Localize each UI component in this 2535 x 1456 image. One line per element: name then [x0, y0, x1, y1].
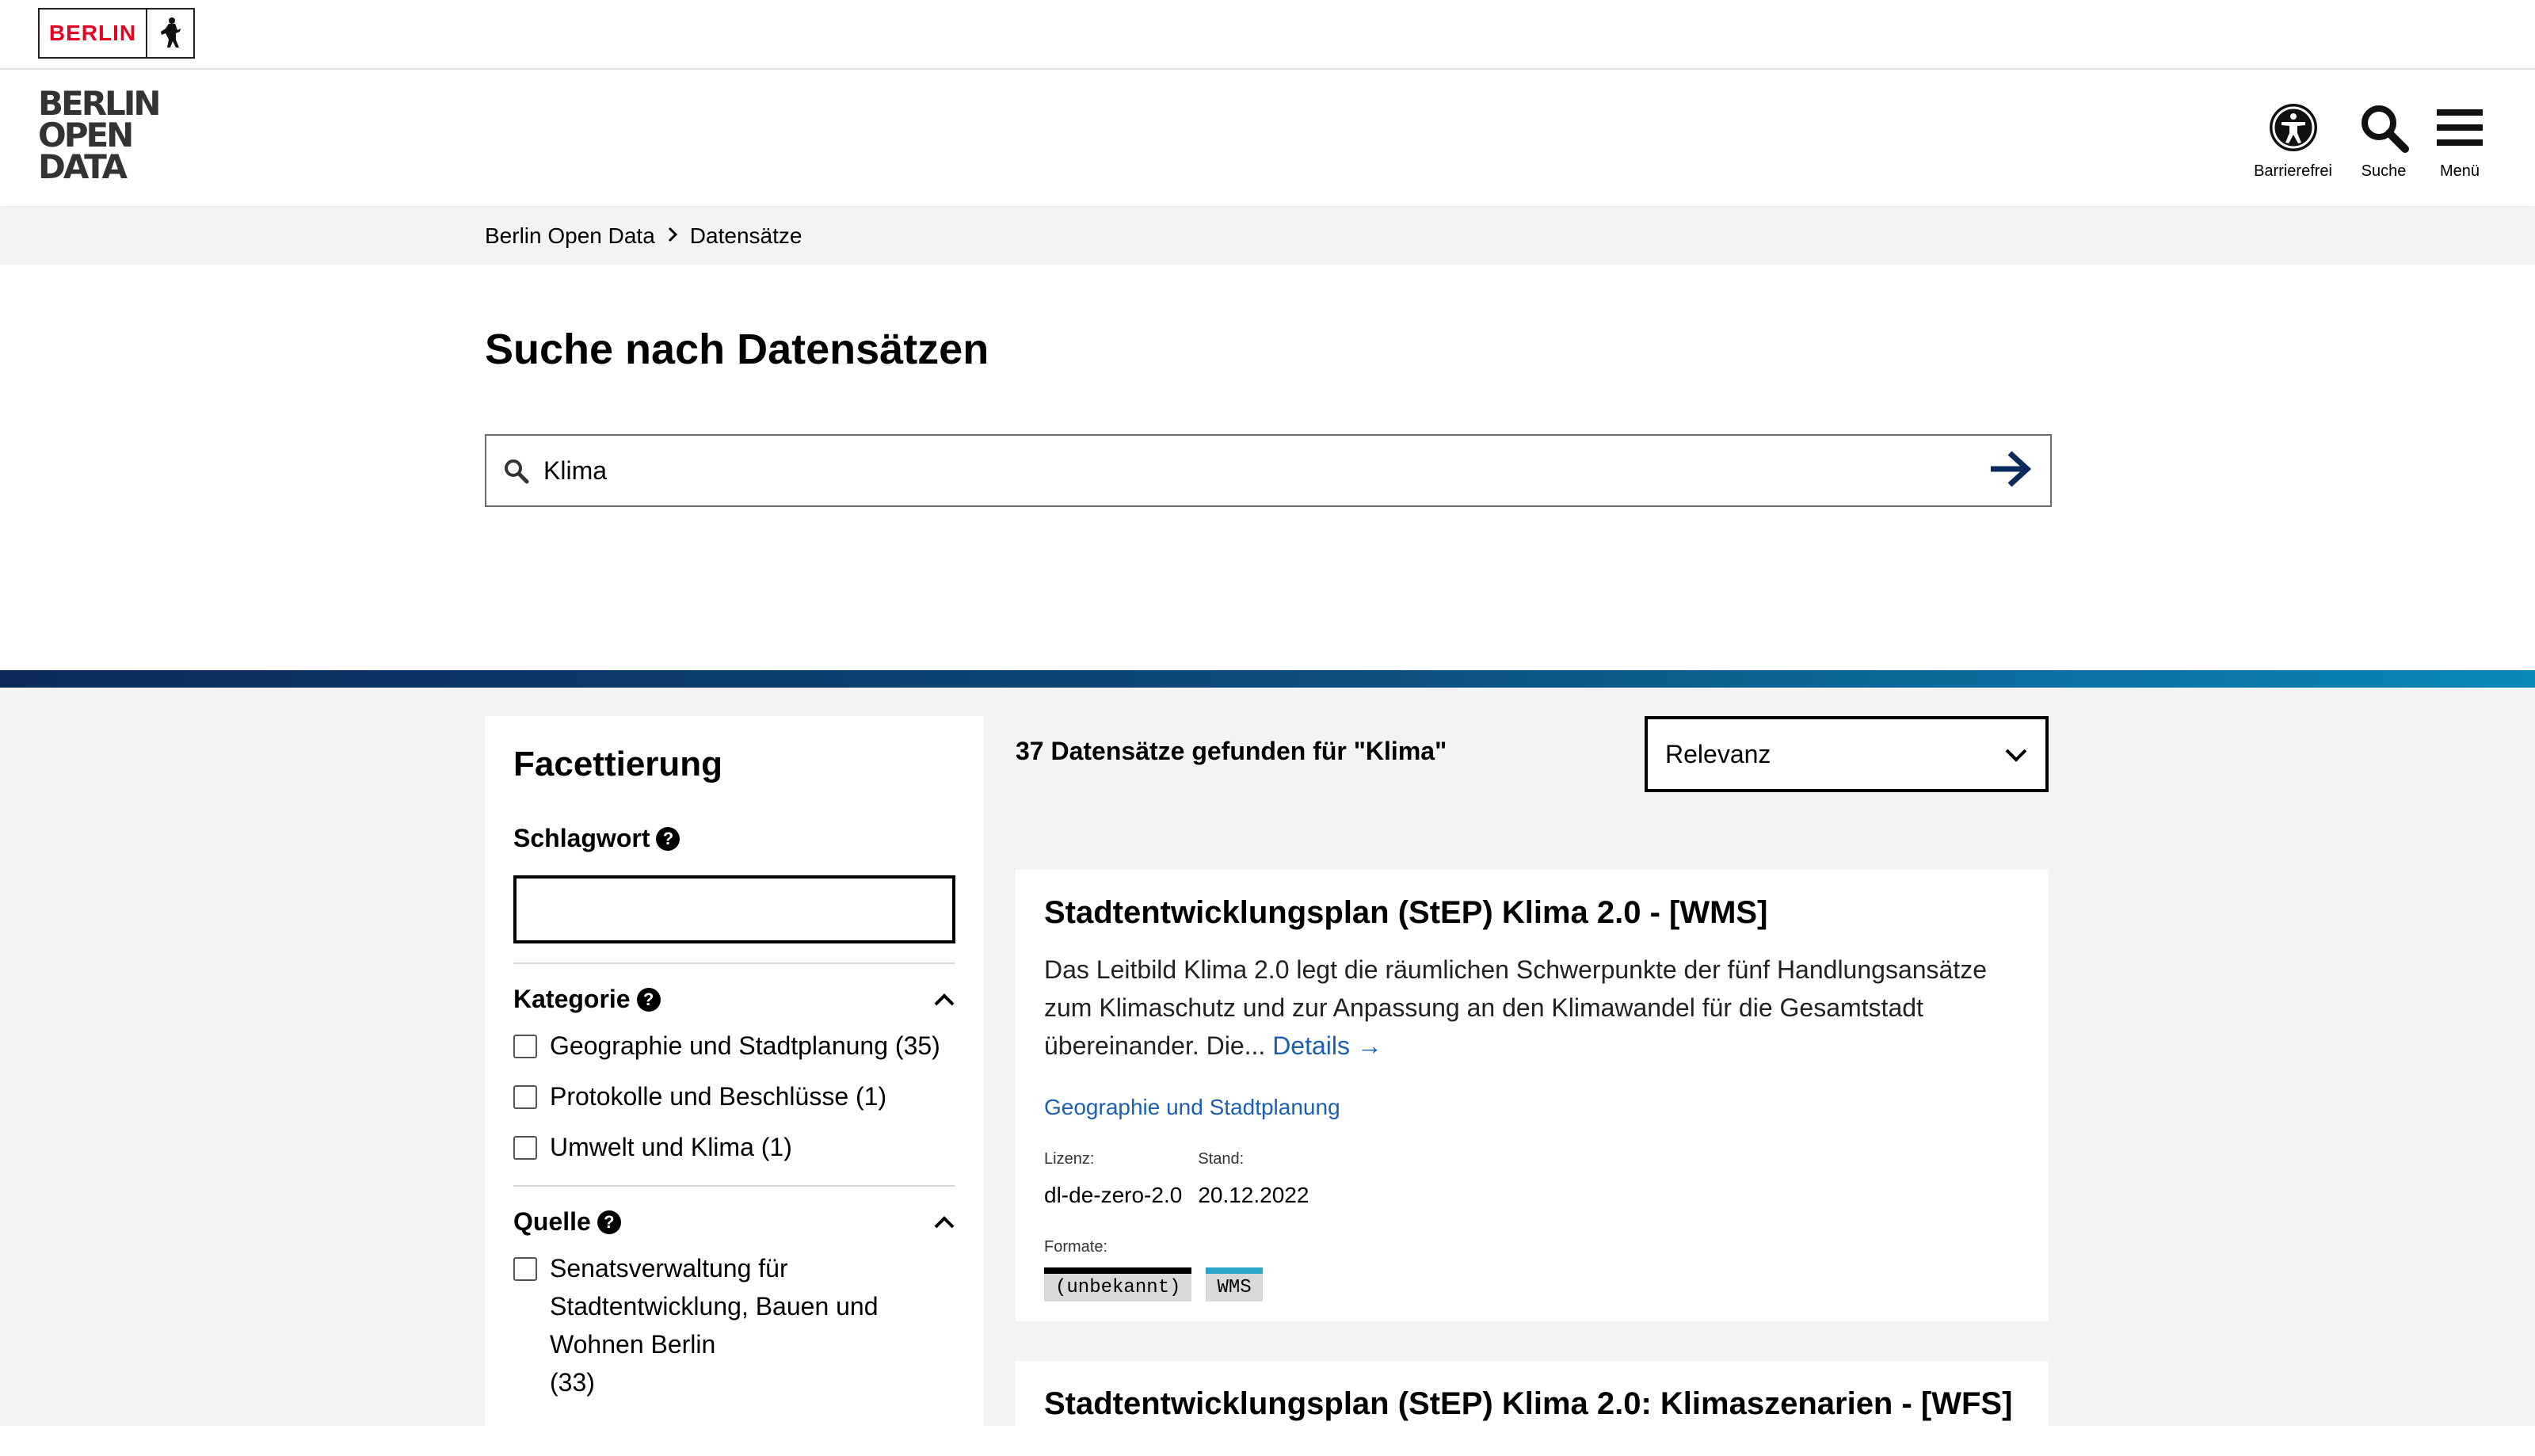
format-badge: (unbekannt) [1044, 1267, 1192, 1302]
option-label-line: Senatsverwaltung für [550, 1254, 788, 1283]
facet-divider [513, 962, 955, 964]
checkbox[interactable] [513, 1035, 537, 1058]
category-option[interactable]: Protokolle und Beschlüsse (1) [513, 1077, 955, 1115]
logo-line: OPEN [38, 116, 134, 154]
top-strip: BERLIN [0, 0, 2535, 70]
license-value: dl-de-zero-2.0 [1044, 1183, 1183, 1207]
search-icon [502, 457, 529, 484]
sort-select[interactable]: Relevanz [1645, 716, 2049, 792]
license-label: Lizenz: [1044, 1150, 1095, 1168]
result-card: Stadtentwicklungsplan (StEP) Klima 2.0 -… [1016, 870, 2049, 1321]
search-input[interactable] [542, 455, 1971, 486]
option-label-line: (33) [550, 1368, 595, 1397]
arrow-right-icon: → [1356, 1031, 1382, 1060]
source-facet-label: Quelle [513, 1207, 591, 1236]
option-label: Senatsverwaltung für Stadtentwicklung, B… [550, 1249, 879, 1401]
accessibility-button[interactable]: Barrierefrei [2254, 101, 2332, 181]
berlin-logo-text: BERLIN [48, 21, 137, 45]
accessibility-label: Barrierefrei [2254, 162, 2332, 180]
logo-line: BERLIN [38, 84, 162, 123]
chevron-up-icon[interactable] [933, 1215, 955, 1229]
facet-divider [513, 1185, 955, 1187]
keyword-facet-label: Schlagwort [513, 824, 650, 852]
category-facet-header: Kategorie ? [513, 985, 955, 1014]
option-label-line: Wohnen Berlin [550, 1330, 716, 1359]
keyword-input[interactable] [513, 875, 955, 943]
breadcrumb-bar: Berlin Open Data Datensätze [0, 208, 2535, 265]
checkbox[interactable] [513, 1257, 537, 1281]
result-count: 37 Datensätze gefunden für "Klima" [1016, 737, 1447, 765]
sort-value: Relevanz [1665, 739, 1771, 768]
search-submit-button[interactable] [1971, 436, 2050, 505]
result-description: Das Leitbild Klima 2.0 legt die räumlich… [1044, 951, 2020, 1065]
date-label: Stand: [1198, 1150, 1245, 1168]
chevron-up-icon[interactable] [933, 993, 955, 1007]
source-option[interactable]: Senatsverwaltung für Stadtentwicklung, B… [513, 1249, 955, 1401]
category-option[interactable]: Geographie und Stadtplanung (35) [513, 1027, 955, 1065]
option-label: Protokolle und Beschlüsse (1) [550, 1082, 887, 1111]
chevron-down-icon [2004, 740, 2028, 769]
result-title[interactable]: Stadtentwicklungsplan (StEP) Klima 2.0 -… [1044, 890, 2020, 935]
help-icon[interactable]: ? [597, 1210, 621, 1234]
facet-title: Facettierung [513, 745, 723, 783]
menu-button[interactable]: Menü [2435, 101, 2484, 181]
berlin-open-data-logo[interactable]: BERLIN OPEN DATA [38, 84, 162, 186]
breadcrumb-home-link[interactable]: Berlin Open Data [485, 223, 655, 249]
date-block: Stand: 20.12.2022 [1198, 1150, 1309, 1208]
formats-label: Formate: [1044, 1238, 1108, 1256]
logo-line: DATA [38, 147, 128, 186]
hamburger-icon [2435, 101, 2484, 158]
category-facet-label: Kategorie [513, 985, 631, 1013]
facet-panel: Facettierung Schlagwort ? Kategorie ? Ge… [485, 716, 984, 1429]
checkbox[interactable] [513, 1085, 537, 1109]
date-value: 20.12.2022 [1198, 1183, 1309, 1207]
berlin-logo[interactable]: BERLIN [38, 8, 195, 59]
arrow-right-icon [1988, 448, 2034, 494]
license-block: Lizenz: dl-de-zero-2.0 [1044, 1150, 1182, 1208]
chevron-right-icon [666, 223, 679, 249]
format-badge: WMS [1206, 1267, 1263, 1302]
keyword-facet-header: Schlagwort ? [513, 824, 955, 853]
search-box [485, 434, 2052, 507]
description-text: Das Leitbild Klima 2.0 legt die räumlich… [1044, 955, 1988, 1060]
page-title: Suche nach Datensätzen [485, 326, 989, 373]
breadcrumb-current: Datensätze [689, 223, 802, 248]
format-list: (unbekannt) WMS [1044, 1267, 2020, 1302]
option-label: Geographie und Stadtplanung (35) [550, 1031, 940, 1060]
option-label: Umwelt und Klima (1) [550, 1133, 792, 1161]
accessibility-icon [2267, 101, 2320, 158]
result-category-link[interactable]: Geographie und Stadtplanung [1044, 1095, 2020, 1120]
gradient-divider [0, 670, 2535, 688]
result-card: Stadtentwicklungsplan (StEP) Klima 2.0: … [1016, 1361, 2049, 1456]
site-header: BERLIN OPEN DATA Barrierefrei Suche Menü [0, 70, 2535, 206]
search-icon [2358, 101, 2410, 158]
menu-label: Menü [2439, 162, 2480, 180]
help-icon[interactable]: ? [636, 987, 661, 1012]
result-meta: Lizenz: dl-de-zero-2.0 Stand: 20.12.2022 [1044, 1150, 2020, 1208]
search-label: Suche [2361, 162, 2407, 180]
result-title[interactable]: Stadtentwicklungsplan (StEP) Klima 2.0: … [1044, 1382, 2020, 1426]
header-search-button[interactable]: Suche [2358, 101, 2410, 181]
help-icon[interactable]: ? [656, 826, 680, 851]
source-facet-header: Quelle ? [513, 1207, 955, 1237]
breadcrumb: Berlin Open Data Datensätze [485, 223, 802, 249]
details-label: Details [1272, 1031, 1350, 1060]
details-link[interactable]: Details → [1272, 1031, 1382, 1060]
category-option[interactable]: Umwelt und Klima (1) [513, 1128, 955, 1166]
bear-icon [147, 16, 193, 51]
checkbox[interactable] [513, 1136, 537, 1160]
header-tools: Barrierefrei Suche Menü [2254, 101, 2484, 181]
option-label-line: Stadtentwicklung, Bauen und [550, 1292, 879, 1321]
